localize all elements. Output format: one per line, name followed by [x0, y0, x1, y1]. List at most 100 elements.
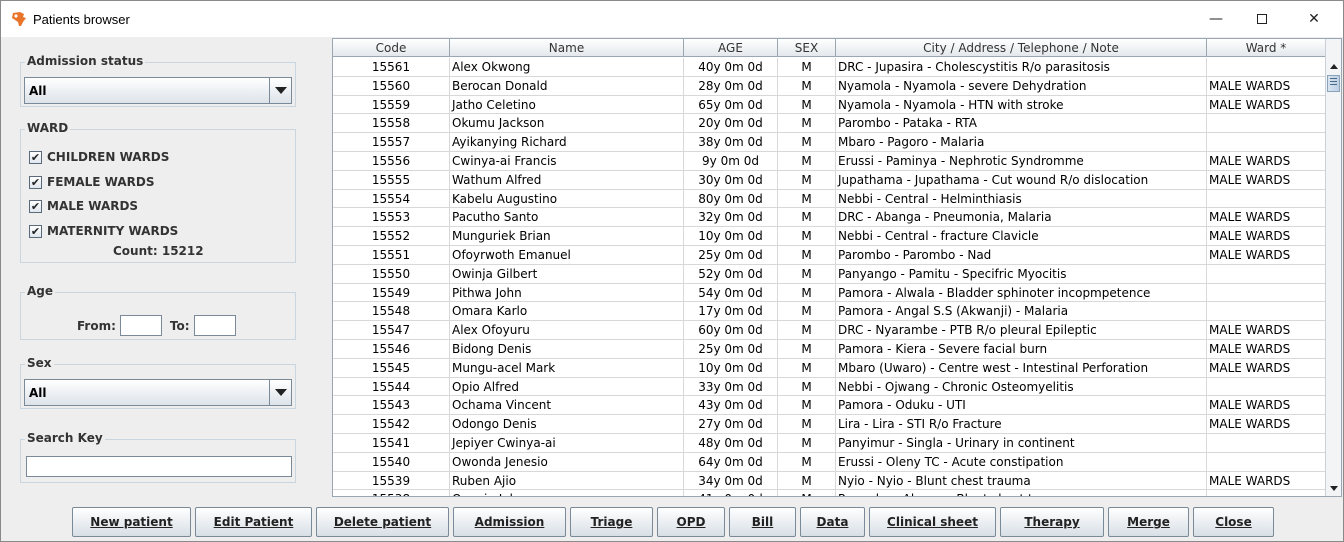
- table-row[interactable]: 15546 Bidong Denis 25y 0m 0d M Pamora - Kier…: [333, 339, 1326, 359]
- cell-name: Onegiu John: [450, 490, 684, 496]
- delete-patient-button[interactable]: Delete patient: [316, 507, 449, 537]
- cell-city: Parombo - Pataka - RTA: [836, 114, 1207, 133]
- ward-checkbox-female[interactable]: ✔ FEMALE WARDS: [29, 173, 154, 191]
- data-button[interactable]: Data: [800, 507, 865, 537]
- table-row[interactable]: 15561 Alex Okwong 40y 0m 0d M DRC - Jupasira…: [333, 58, 1326, 77]
- cell-city: Pamora - Kiera - Severe facial burn: [836, 339, 1207, 358]
- column-header-name[interactable]: Name: [450, 39, 684, 57]
- cell-sex: M: [778, 321, 836, 339]
- cell-name: Cwinya-ai Francis: [450, 151, 684, 170]
- table-row[interactable]: 15540 Owonda Jenesio 64y 0m 0d M Erussi - Ol…: [333, 452, 1326, 472]
- cell-age: 30y 0m 0d: [684, 170, 778, 189]
- admission-status-select[interactable]: All: [24, 77, 292, 104]
- cell-ward: [1207, 490, 1326, 496]
- cell-code: 15547: [333, 321, 450, 339]
- ward-checkbox-children[interactable]: ✔ CHILDREN WARDS: [29, 148, 169, 166]
- cell-code: 15543: [333, 396, 450, 415]
- cell-ward: MALE WARDS: [1207, 339, 1326, 358]
- sex-select[interactable]: All: [24, 379, 292, 406]
- cell-code: 15540: [333, 452, 450, 471]
- scroll-down-icon[interactable]: [1326, 480, 1341, 496]
- table-row[interactable]: 15545 Mungu-acel Mark 10y 0m 0d M Mbaro (Uwa…: [333, 358, 1326, 378]
- search-key-input[interactable]: [26, 456, 292, 477]
- cell-age: 17y 0m 0d: [684, 302, 778, 321]
- admission-button[interactable]: Admission: [453, 507, 566, 537]
- search-title: Search Key: [25, 431, 105, 445]
- cell-sex: M: [778, 133, 836, 151]
- table-row[interactable]: 15542 Odongo Denis 27y 0m 0d M Lira - Lira -…: [333, 415, 1326, 434]
- clinical-sheet-button[interactable]: Clinical sheet: [869, 507, 996, 537]
- chevron-down-icon[interactable]: [269, 380, 291, 405]
- checkbox-icon[interactable]: ✔: [29, 150, 42, 164]
- opd-button[interactable]: OPD: [657, 507, 725, 537]
- triage-button[interactable]: Triage: [570, 507, 653, 537]
- table-row[interactable]: 15551 Ofoyrwoth Emanuel 25y 0m 0d M Parombo …: [333, 245, 1326, 265]
- table-row[interactable]: 15559 Jatho Celetino 65y 0m 0d M Nyamola - N…: [333, 95, 1326, 115]
- table-row[interactable]: 15553 Pacutho Santo 32y 0m 0d M DRC - Abanga…: [333, 208, 1326, 228]
- cell-age: 32y 0m 0d: [684, 208, 778, 227]
- column-header-sex[interactable]: SEX: [778, 39, 836, 57]
- cell-city: Erussi - Paminya - Nephrotic Syndromme: [836, 151, 1207, 170]
- cell-city: Panyimur - Singla - Urinary in continent: [836, 433, 1207, 452]
- cell-city: Jupathama - Jupathama - Cut wound R/o di…: [836, 170, 1207, 189]
- admission-status-value: All: [29, 83, 47, 98]
- cell-code: 15555: [333, 170, 450, 189]
- column-header-age[interactable]: AGE: [684, 39, 778, 57]
- table-row[interactable]: 15544 Opio Alfred 33y 0m 0d M Nebbi - Ojwang…: [333, 377, 1326, 397]
- new-patient-button[interactable]: New patient: [72, 507, 191, 537]
- ward-checkbox-male[interactable]: ✔ MALE WARDS: [29, 197, 138, 215]
- close-button[interactable]: Close: [1193, 507, 1274, 537]
- cell-name: Alex Ofoyuru: [450, 321, 684, 339]
- table-row[interactable]: 15541 Jepiyer Cwinya-ai 48y 0m 0d M Panyimur…: [333, 433, 1326, 453]
- table-row[interactable]: 15552 Munguriek Brian 10y 0m 0d M Nebbi - Ce…: [333, 227, 1326, 246]
- vertical-scrollbar[interactable]: [1325, 39, 1341, 496]
- maximize-button[interactable]: [1239, 1, 1285, 37]
- table-row[interactable]: 15554 Kabelu Augustino 80y 0m 0d M Nebbi - C…: [333, 189, 1326, 209]
- cell-ward: MALE WARDS: [1207, 208, 1326, 227]
- table-row[interactable]: 15560 Berocan Donald 28y 0m 0d M Nyamola - N…: [333, 76, 1326, 96]
- column-header-code[interactable]: Code: [333, 39, 450, 57]
- column-header-city[interactable]: City / Address / Telephone / Note: [836, 39, 1207, 57]
- cell-code: 15542: [333, 415, 450, 433]
- merge-button[interactable]: Merge: [1108, 507, 1189, 537]
- cell-city: Mbaro (Uwaro) - Centre west - Intestinal…: [836, 358, 1207, 377]
- table-row[interactable]: 15548 Omara Karlo 17y 0m 0d M Pamora - Angal…: [333, 302, 1326, 322]
- checkbox-icon[interactable]: ✔: [29, 224, 42, 238]
- therapy-button[interactable]: Therapy: [1000, 507, 1104, 537]
- table-row[interactable]: 15550 Owinja Gilbert 52y 0m 0d M Panyango - …: [333, 264, 1326, 284]
- chevron-down-icon[interactable]: [269, 78, 291, 103]
- scroll-up-icon[interactable]: [1326, 58, 1341, 74]
- checkbox-icon[interactable]: ✔: [29, 199, 42, 213]
- edit-patient-button[interactable]: Edit Patient: [195, 507, 312, 537]
- table-row[interactable]: 15547 Alex Ofoyuru 60y 0m 0d M DRC - Nyaramb…: [333, 321, 1326, 340]
- table-row[interactable]: 15549 Pithwa John 54y 0m 0d M Pamora - Alwal…: [333, 283, 1326, 303]
- cell-name: Bidong Denis: [450, 339, 684, 358]
- cell-age: 27y 0m 0d: [684, 415, 778, 433]
- ward-label: MATERNITY WARDS: [47, 224, 179, 238]
- table-row[interactable]: 15555 Wathum Alfred 30y 0m 0d M Jupathama - …: [333, 170, 1326, 190]
- maximize-icon: [1257, 14, 1267, 24]
- sex-title: Sex: [25, 356, 54, 370]
- table-row[interactable]: 15558 Okumu Jackson 20y 0m 0d M Parombo - Pa…: [333, 114, 1326, 134]
- close-window-button[interactable]: ✕: [1291, 1, 1337, 37]
- cell-age: 41y 0m 0d: [684, 490, 778, 496]
- cell-sex: M: [778, 396, 836, 415]
- cell-sex: M: [778, 58, 836, 76]
- cell-ward: MALE WARDS: [1207, 471, 1326, 490]
- table-row[interactable]: 15557 Ayikanying Richard 38y 0m 0d M Mbaro -…: [333, 133, 1326, 152]
- bill-button[interactable]: Bill: [729, 507, 796, 537]
- column-header-ward[interactable]: Ward *: [1207, 39, 1326, 57]
- table-row[interactable]: 15538Onegiu John41y 0m 0dMParombo - Alon…: [333, 490, 1326, 496]
- cell-city: Nyamola - Nyamola - HTN with stroke: [836, 95, 1207, 114]
- table-row[interactable]: 15556 Cwinya-ai Francis 9y 0m 0d M Erussi - …: [333, 151, 1326, 171]
- minimize-button[interactable]: —: [1193, 1, 1239, 37]
- age-to-input[interactable]: [193, 315, 236, 336]
- ward-checkbox-maternity[interactable]: ✔ MATERNITY WARDS: [29, 222, 178, 240]
- cell-code: 15559: [333, 95, 450, 114]
- scroll-thumb[interactable]: [1327, 75, 1340, 92]
- age-from-input[interactable]: [119, 315, 162, 336]
- cell-name: Ayikanying Richard: [450, 133, 684, 151]
- table-row[interactable]: 15539 Ruben Ajio 34y 0m 0d M Nyio - Nyio - B…: [333, 471, 1326, 491]
- table-row[interactable]: 15543 Ochama Vincent 43y 0m 0d M Pamora - Od…: [333, 396, 1326, 416]
- checkbox-icon[interactable]: ✔: [29, 175, 42, 189]
